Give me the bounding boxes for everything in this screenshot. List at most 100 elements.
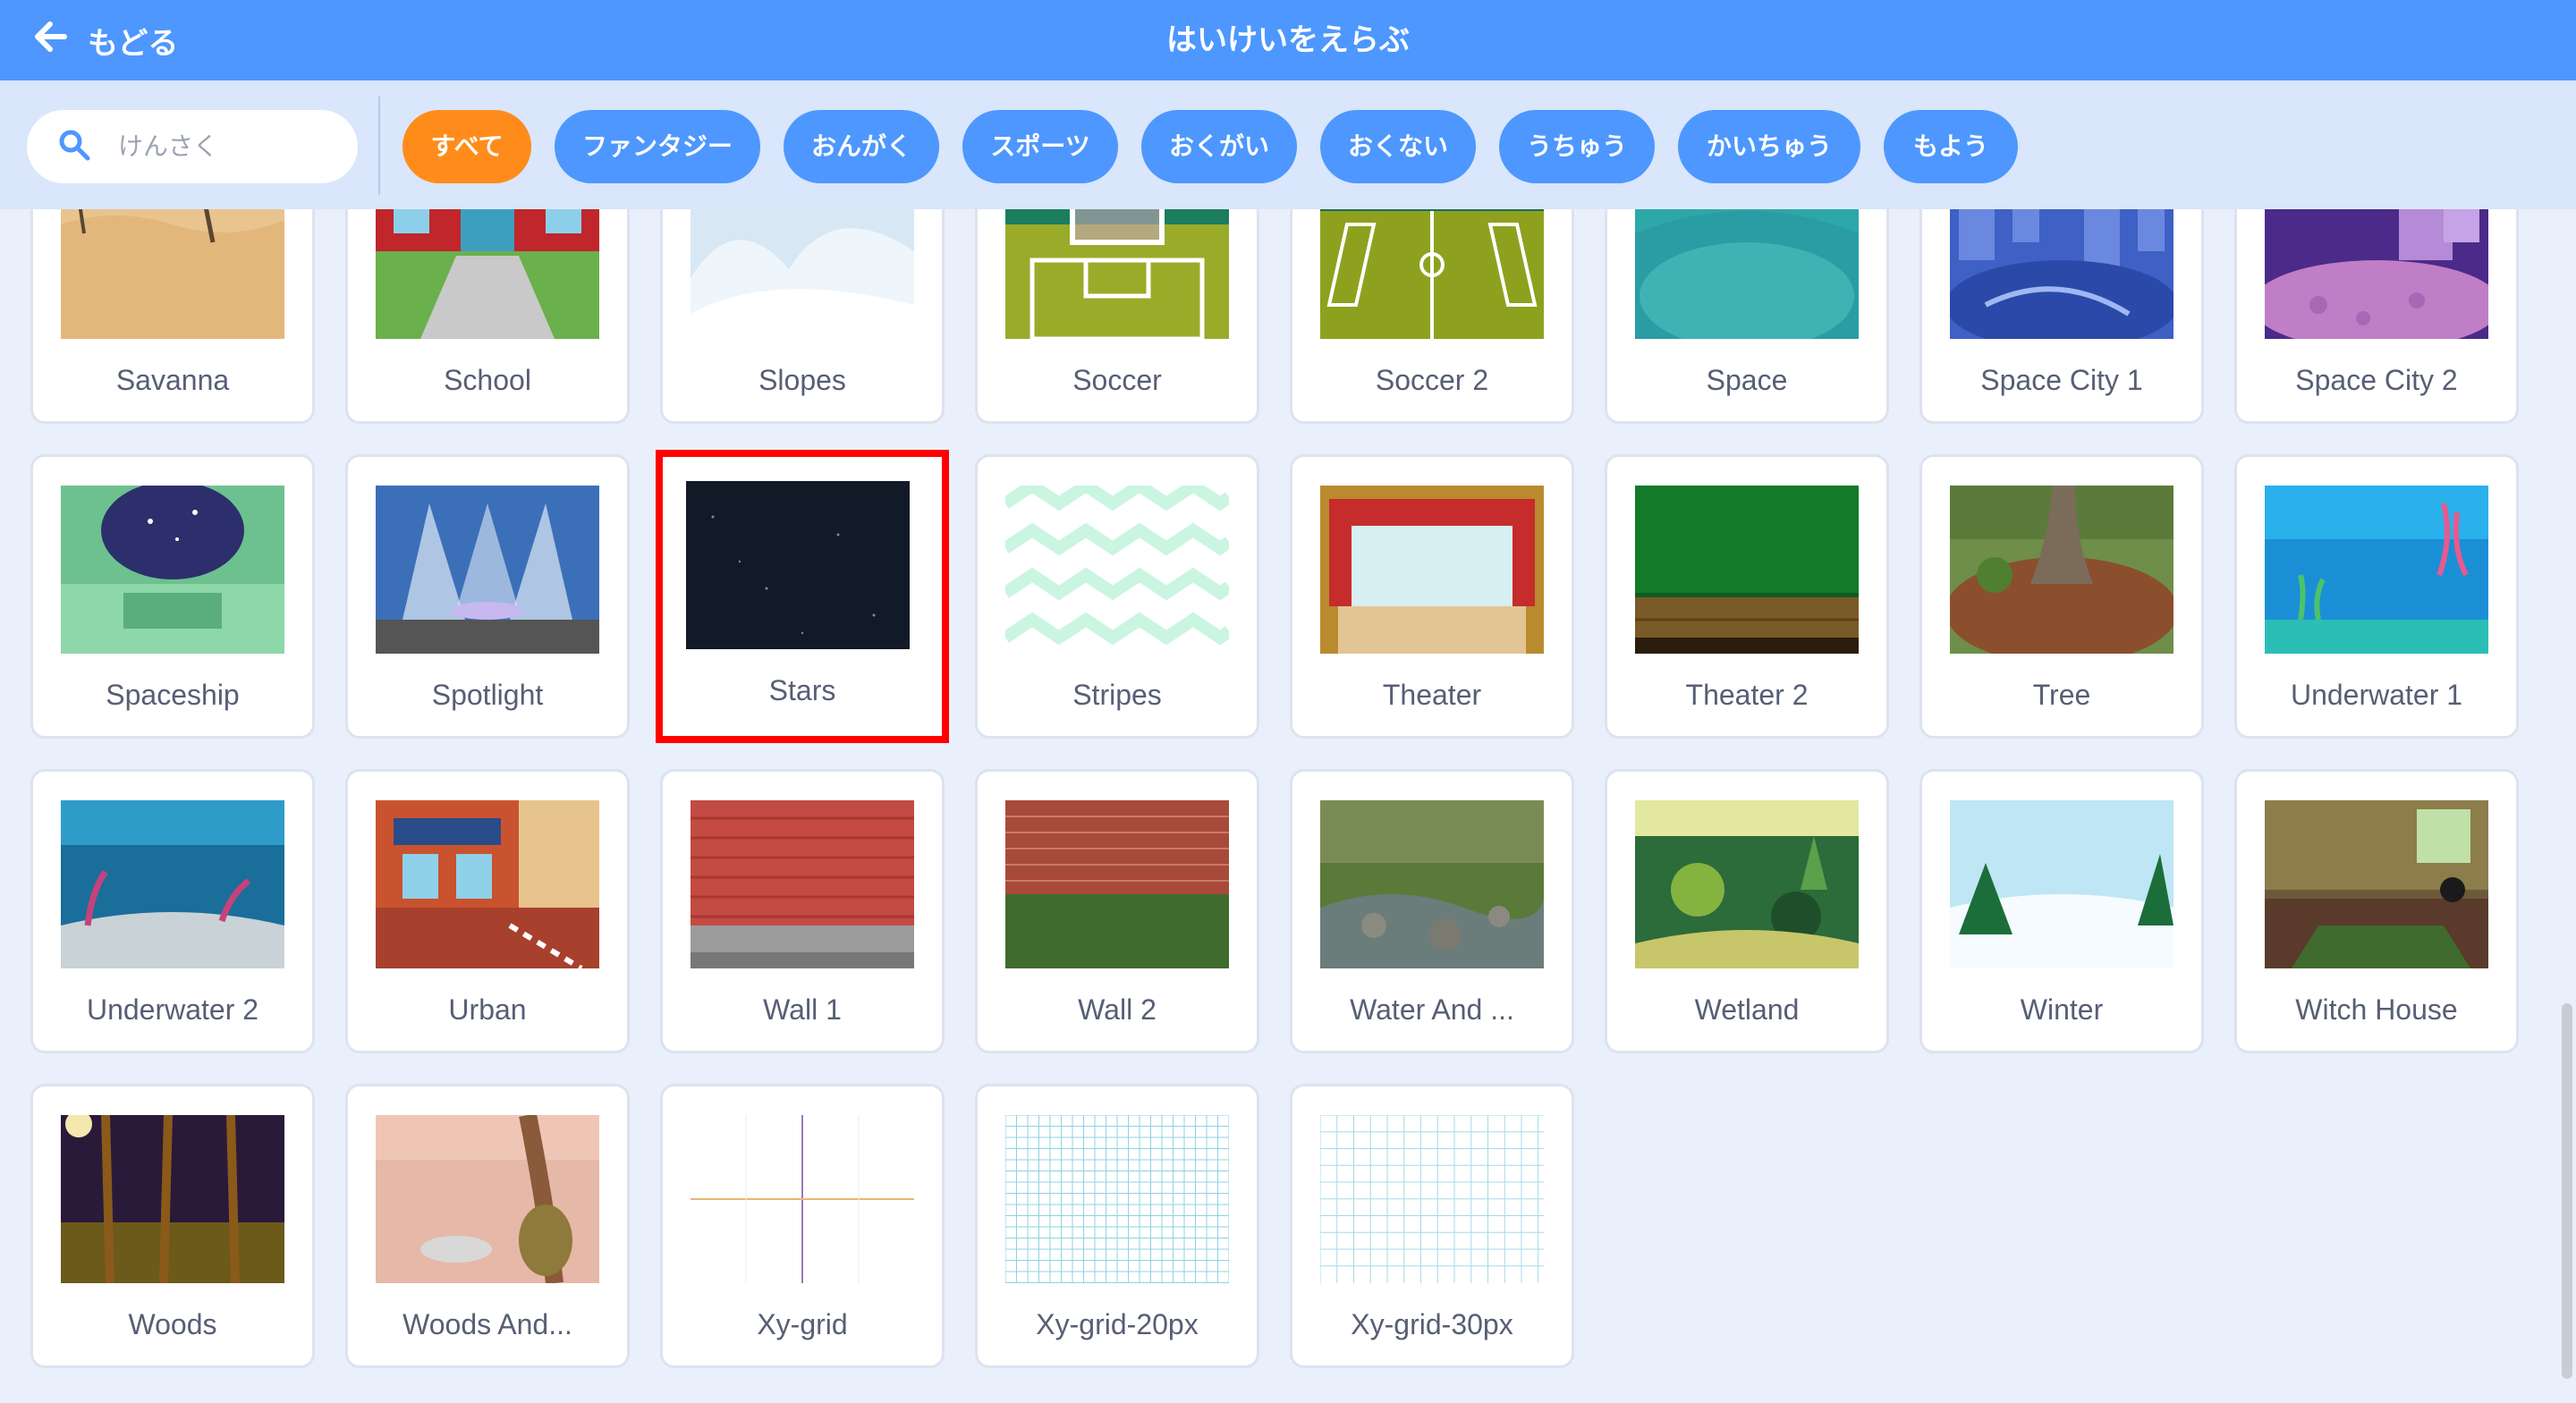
search-icon	[57, 128, 91, 166]
backdrop-card[interactable]: Winter	[1919, 769, 2204, 1053]
tag-6[interactable]: うちゅう	[1499, 110, 1655, 183]
backdrop-label: Xy-grid	[757, 1308, 848, 1340]
backdrop-card[interactable]: School	[345, 209, 630, 424]
backdrop-label: Urban	[448, 993, 527, 1026]
page-title: はいけいをえらぶ	[1166, 23, 1410, 57]
backdrop-label: Winter	[2020, 993, 2104, 1026]
backdrop-card[interactable]: Stars	[656, 450, 949, 743]
filter-bar: すべてファンタジーおんがくスポーツおくがいおくないうちゅうかいちゅうもよう	[0, 80, 2576, 209]
woods-and-bench-thumbnail	[376, 1115, 599, 1283]
backdrop-label: School	[444, 364, 531, 396]
backdrop-label: Savanna	[115, 364, 230, 396]
witch-house-thumbnail	[2265, 800, 2488, 968]
wall-2-thumbnail	[1005, 800, 1229, 968]
backdrop-card[interactable]: Woods	[30, 1084, 315, 1368]
backdrop-label: Stripes	[1072, 679, 1162, 711]
backdrop-card[interactable]: Theater 2	[1605, 454, 1889, 739]
tag-7[interactable]: かいちゅう	[1678, 110, 1860, 183]
xy-grid-thumbnail	[691, 1115, 914, 1283]
backdrop-label: Space City 1	[1980, 364, 2143, 396]
stars-thumbnail	[686, 481, 910, 649]
tag-2[interactable]: おんがく	[784, 110, 939, 183]
backdrop-card[interactable]: Urban	[345, 769, 630, 1053]
backdrop-label: Witch House	[2295, 993, 2458, 1026]
header-bar: もどる はいけいをえらぶ	[0, 0, 2576, 80]
slopes-thumbnail	[691, 209, 914, 339]
tag-3[interactable]: スポーツ	[962, 110, 1118, 183]
wetland-thumbnail	[1635, 800, 1859, 968]
backdrop-label: Underwater 1	[2290, 679, 2463, 711]
backdrop-card[interactable]: Xy-grid-20px	[975, 1084, 1259, 1368]
theater-thumbnail	[1320, 486, 1544, 654]
backdrop-label: Woods And...	[402, 1308, 572, 1340]
backdrop-grid: Savanna School Slopes Soccer Soccer 2 Space Sp…	[0, 209, 2576, 1403]
backdrop-card[interactable]: Wall 2	[975, 769, 1259, 1053]
backdrop-card[interactable]: Theater	[1290, 454, 1574, 739]
backdrop-card[interactable]: Tree	[1919, 454, 2204, 739]
xy-grid-20px-thumbnail	[1005, 1115, 1229, 1283]
backdrop-label: Wall 2	[1078, 993, 1157, 1026]
backdrop-card[interactable]: Savanna	[30, 209, 315, 424]
backdrop-label: Wall 1	[763, 993, 842, 1026]
tag-4[interactable]: おくがい	[1141, 110, 1297, 183]
backdrop-card[interactable]: Spotlight	[345, 454, 630, 739]
xy-grid-30px-thumbnail	[1320, 1115, 1544, 1283]
backdrop-card[interactable]: Slopes	[660, 209, 945, 424]
search-box[interactable]	[27, 110, 358, 183]
space-city-2-thumbnail	[2265, 209, 2488, 339]
backdrop-label: Spotlight	[431, 679, 544, 711]
school-thumbnail	[376, 209, 599, 339]
underwater-1-thumbnail	[2265, 486, 2488, 654]
backdrop-card[interactable]: Xy-grid-30px	[1290, 1084, 1574, 1368]
backdrop-label: Spaceship	[106, 679, 240, 711]
space-thumbnail	[1635, 209, 1859, 339]
winter-thumbnail	[1950, 800, 2174, 968]
backdrop-label: Theater	[1382, 679, 1482, 711]
divider	[378, 97, 380, 195]
tag-5[interactable]: おくない	[1320, 110, 1476, 183]
backdrop-card[interactable]: Water And ...	[1290, 769, 1574, 1053]
backdrop-label: Wetland	[1694, 993, 1800, 1026]
tag-0[interactable]: すべて	[402, 110, 531, 183]
backdrop-card[interactable]: Space	[1605, 209, 1889, 424]
soccer-thumbnail	[1005, 209, 1229, 339]
search-input[interactable]	[118, 132, 333, 161]
spaceship-thumbnail	[61, 486, 284, 654]
backdrop-label: Stars	[768, 674, 836, 706]
backdrop-card[interactable]: Space City 1	[1919, 209, 2204, 424]
woods-thumbnail	[61, 1115, 284, 1283]
backdrop-label: Woods	[128, 1308, 217, 1340]
backdrop-card[interactable]: Xy-grid	[660, 1084, 945, 1368]
wall-1-thumbnail	[691, 800, 914, 968]
backdrop-label: Xy-grid-30px	[1351, 1308, 1513, 1340]
backdrop-card[interactable]: Soccer 2	[1290, 209, 1574, 424]
backdrop-card[interactable]: Soccer	[975, 209, 1259, 424]
spotlight-thumbnail	[376, 486, 599, 654]
space-city-1-thumbnail	[1950, 209, 2174, 339]
backdrop-label: Space	[1706, 364, 1788, 396]
backdrop-label: Theater 2	[1685, 679, 1809, 711]
water-and-rocks-thumbnail	[1320, 800, 1544, 968]
theater-2-thumbnail	[1635, 486, 1859, 654]
backdrop-label: Tree	[2032, 679, 2091, 711]
backdrop-card[interactable]: Wall 1	[660, 769, 945, 1053]
backdrop-card[interactable]: Underwater 2	[30, 769, 315, 1053]
backdrop-card[interactable]: Underwater 1	[2234, 454, 2519, 739]
backdrop-label: Water And ...	[1350, 993, 1514, 1026]
backdrop-label: Soccer 2	[1375, 364, 1489, 396]
backdrop-card[interactable]: Witch House	[2234, 769, 2519, 1053]
backdrop-card[interactable]: Spaceship	[30, 454, 315, 739]
backdrop-card[interactable]: Space City 2	[2234, 209, 2519, 424]
backdrop-card[interactable]: Stripes	[975, 454, 1259, 739]
underwater-2-thumbnail	[61, 800, 284, 968]
backdrop-card[interactable]: Woods And...	[345, 1084, 630, 1368]
backdrop-card[interactable]: Wetland	[1605, 769, 1889, 1053]
tag-1[interactable]: ファンタジー	[555, 110, 760, 183]
tree-thumbnail	[1950, 486, 2174, 654]
backdrop-label: Underwater 2	[86, 993, 259, 1026]
scrollbar[interactable]	[2556, 209, 2576, 1403]
backdrop-label: Soccer	[1072, 364, 1162, 396]
scrollbar-thumb[interactable]	[2562, 1003, 2572, 1379]
backdrop-label: Xy-grid-20px	[1036, 1308, 1199, 1340]
tag-8[interactable]: もよう	[1884, 110, 2018, 183]
